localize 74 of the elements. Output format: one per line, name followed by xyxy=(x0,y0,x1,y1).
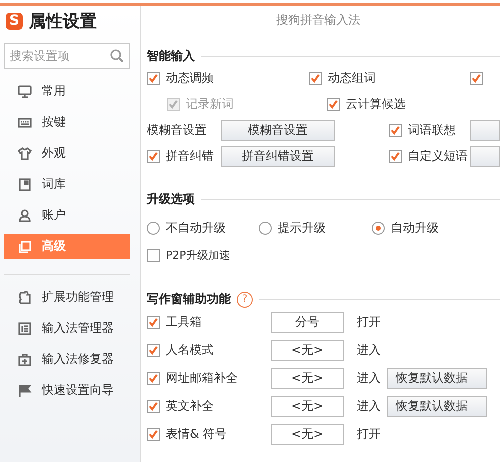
action-label: 打开 xyxy=(357,426,382,442)
action-label: 进入 xyxy=(357,398,382,414)
checkbox[interactable] xyxy=(147,428,160,440)
checkbox[interactable] xyxy=(327,98,340,110)
checkbox[interactable] xyxy=(147,400,160,412)
option-label: 模糊音设置 xyxy=(147,122,208,138)
radio-option[interactable]: 不自动升级 xyxy=(147,220,259,236)
section-title: 写作窗辅助功能 xyxy=(147,291,231,308)
checkbox[interactable] xyxy=(389,150,402,162)
kit-icon xyxy=(18,352,32,366)
person-icon xyxy=(18,208,32,222)
settings-button[interactable]: 拼音纠错设置 xyxy=(221,146,335,166)
action-label: 进入 xyxy=(357,342,382,358)
hotkey-field[interactable]: <无> xyxy=(271,368,344,388)
settings-button[interactable]: 模糊音设置 xyxy=(221,120,335,140)
sidebar-item[interactable]: 常用 xyxy=(4,79,130,104)
checkbox[interactable] xyxy=(389,124,402,136)
checkbox-option[interactable]: 自定义短语 xyxy=(389,148,468,164)
checkbox[interactable] xyxy=(147,150,160,162)
hotkey-field[interactable]: 分号 xyxy=(271,312,344,332)
restore-defaults-button[interactable]: 恢复默认数据 xyxy=(387,396,487,416)
radio-button[interactable] xyxy=(147,222,160,234)
sidebar-item[interactable]: 按键 xyxy=(4,110,130,135)
list-icon xyxy=(18,322,32,336)
checkbox[interactable] xyxy=(147,372,160,384)
radio-option[interactable]: 自动升级 xyxy=(372,220,439,236)
checkbox-option[interactable]: 表情& 符号 xyxy=(147,426,271,442)
checkbox[interactable] xyxy=(147,344,160,356)
checkbox-option[interactable]: P2P升级加速 xyxy=(147,245,500,265)
app-logo: S xyxy=(6,12,23,30)
settings-button[interactable] xyxy=(470,120,500,140)
book-icon xyxy=(18,178,32,192)
checkbox[interactable] xyxy=(309,72,322,84)
checkbox-option[interactable]: 人名模式 xyxy=(147,342,271,358)
settings-button[interactable] xyxy=(470,146,500,166)
radio-option[interactable]: 提示升级 xyxy=(259,220,372,236)
checkbox-option[interactable]: 拼音纠错 xyxy=(147,148,214,164)
action-label: 进入 xyxy=(357,370,382,386)
monitor-icon xyxy=(18,84,32,98)
product-name: 搜狗拼音输入法 xyxy=(276,12,362,29)
radio-button[interactable] xyxy=(372,222,385,234)
checkbox[interactable] xyxy=(147,316,160,328)
hotkey-field[interactable]: <无> xyxy=(271,340,344,360)
radio-button[interactable] xyxy=(259,222,272,234)
action-label: 打开 xyxy=(357,314,382,330)
keyboard-icon xyxy=(18,116,32,130)
section-title: 智能输入 xyxy=(147,48,195,65)
shirt-icon xyxy=(18,146,32,160)
window-title: 属性设置 xyxy=(29,10,97,32)
checkbox-option[interactable]: 英文补全 xyxy=(147,398,271,414)
checkbox-option[interactable]: 工具箱 xyxy=(147,314,271,330)
checkbox[interactable] xyxy=(470,72,483,84)
search-icon xyxy=(110,49,124,63)
sidebar-item[interactable]: 外观 xyxy=(4,141,130,166)
search-field[interactable]: 搜索设置项 xyxy=(4,43,130,69)
sidebar-tool-item[interactable]: 输入法管理器 xyxy=(4,316,130,341)
flag-icon xyxy=(18,384,32,398)
window-icon xyxy=(18,240,32,254)
checkbox-option[interactable]: 网址邮箱补全 xyxy=(147,370,271,386)
sidebar-item[interactable]: 账户 xyxy=(4,203,130,228)
sidebar-item[interactable]: 词库 xyxy=(4,172,130,197)
restore-defaults-button[interactable]: 恢复默认数据 xyxy=(387,368,487,388)
checkbox-option[interactable]: 动态组词 xyxy=(309,70,376,86)
sidebar-tool-item[interactable]: 扩展功能管理 xyxy=(4,285,130,310)
checkbox-option[interactable]: 动态调频 xyxy=(147,70,214,86)
checkbox[interactable] xyxy=(147,72,160,84)
checkbox-option[interactable]: 云计算候选 xyxy=(327,96,406,112)
checkbox[interactable] xyxy=(147,248,160,262)
hotkey-field[interactable]: <无> xyxy=(271,424,344,444)
hotkey-field[interactable]: <无> xyxy=(271,396,344,416)
section-title: 升级选项 xyxy=(147,191,195,208)
checkbox-option[interactable]: 词语联想 xyxy=(389,122,456,138)
sidebar-tool-item[interactable]: 快速设置向导 xyxy=(4,378,130,403)
sidebar-tool-item[interactable]: 输入法修复器 xyxy=(4,347,130,372)
